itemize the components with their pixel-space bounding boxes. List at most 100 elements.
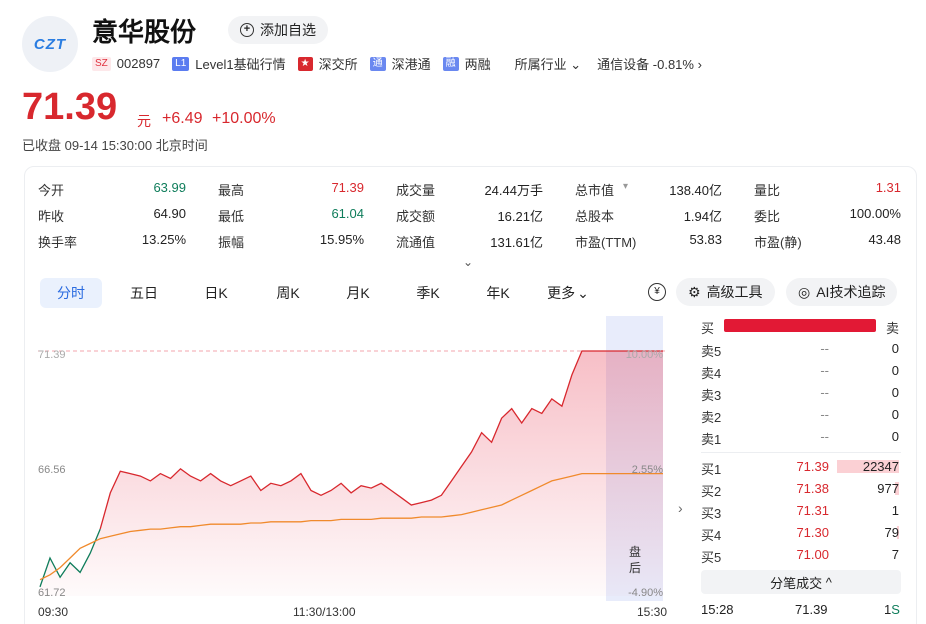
industry-link[interactable]: 通信设备 -0.81% › xyxy=(597,54,702,73)
collapse-arrow-icon[interactable]: › xyxy=(678,500,683,516)
ask-volume: 0 xyxy=(891,385,899,400)
stat-value: 61.04 xyxy=(331,206,364,221)
stat-value: 100.00% xyxy=(849,206,901,221)
stat-value: 1.94亿 xyxy=(683,209,722,224)
stat-label: 换手率 xyxy=(38,235,78,250)
chevron-right-icon: › xyxy=(697,57,702,72)
pct-label-bot: -4.90% xyxy=(628,587,663,599)
stat-value: 1.31 xyxy=(875,180,901,195)
stat-label: 今开 xyxy=(38,183,65,198)
connect-label: 深港通 xyxy=(391,57,431,72)
y-label-top: 71.39 xyxy=(38,349,66,361)
tab-item[interactable]: 年K xyxy=(470,278,526,308)
bid-label: 买4 xyxy=(701,528,722,543)
bid-volume: 79 xyxy=(884,525,899,540)
tab-item[interactable]: 更多 ⌄ xyxy=(540,278,596,308)
current-price: 71.39 xyxy=(22,86,118,128)
stat-label: 最低 xyxy=(218,209,245,224)
x-label-start: 09:30 xyxy=(38,605,69,619)
dropdown-triangle-icon[interactable]: ▾ xyxy=(623,181,628,192)
stat-label: 最高 xyxy=(218,183,245,198)
ask-price: -- xyxy=(820,363,829,378)
stat-label: 昨收 xyxy=(38,209,65,224)
sz-badge: SZ xyxy=(92,56,111,71)
bid-volume: 7 xyxy=(891,547,899,562)
ask-label: 卖5 xyxy=(701,344,722,359)
ask-volume: 0 xyxy=(891,363,899,378)
stat-label: 量比 xyxy=(754,183,781,198)
connect-badge: 通 xyxy=(369,56,386,71)
stat-value: 64.90 xyxy=(153,206,186,221)
chevron-up-icon: ^ xyxy=(825,574,832,590)
expand-chevron-icon[interactable]: ⌄ xyxy=(463,255,473,269)
tag-row: SZ 002897 L1 Level1基础行情 ★ 深交所 通 深港通 融 两融… xyxy=(92,54,702,73)
bid-label: 买2 xyxy=(701,484,722,499)
orderbook-divider xyxy=(701,452,901,453)
level1-label: Level1基础行情 xyxy=(195,57,286,72)
stock-name: 意华股份 xyxy=(92,17,197,47)
ask-volume: 0 xyxy=(891,341,899,356)
stat-value: 138.40亿 xyxy=(669,183,722,198)
stat-label: 总股本 xyxy=(575,209,615,224)
stock-logo: CZT xyxy=(22,16,78,72)
settings-icon[interactable]: ¥ xyxy=(648,283,666,301)
trade-price: 71.39 xyxy=(795,602,828,617)
bid-volume: 977 xyxy=(877,481,899,496)
stat-value: 15.95% xyxy=(319,232,364,247)
stock-code: 002897 xyxy=(116,56,161,71)
ask-volume: 0 xyxy=(891,407,899,422)
stat-value: 131.61亿 xyxy=(490,235,543,250)
bid-price: 71.00 xyxy=(796,547,829,562)
bid-volume: 1 xyxy=(891,503,899,518)
china-flag-icon: ★ xyxy=(297,56,313,71)
stat-label: 振幅 xyxy=(218,235,245,250)
intraday-chart: 71.39 66.56 61.72 10.00% 2.55% -4.90% 盘 … xyxy=(38,316,666,601)
market-status: 已收盘 09-14 15:30:00 北京时间 xyxy=(22,138,208,153)
stat-value: 71.39 xyxy=(331,180,364,195)
tab-item[interactable]: 分时 xyxy=(40,278,102,308)
chevron-down-icon: ⌄ xyxy=(570,57,582,72)
pct-label-top: 10.00% xyxy=(626,349,664,361)
y-label-bot: 61.72 xyxy=(38,587,66,599)
tab-item[interactable]: 五日 xyxy=(116,278,172,308)
tab-item[interactable]: 日K xyxy=(188,278,244,308)
buy-ratio-bar xyxy=(724,319,876,332)
stat-value: 13.25% xyxy=(141,232,186,247)
industry-dropdown[interactable]: 所属行业 ⌄ xyxy=(515,54,582,73)
trades-toggle-button[interactable]: 分笔成交 ^ xyxy=(701,570,901,594)
price-unit: 元 xyxy=(137,113,151,129)
bid-price: 71.38 xyxy=(796,481,829,496)
bid-label: 买5 xyxy=(701,550,722,565)
ask-price: -- xyxy=(820,407,829,422)
stat-value: 53.83 xyxy=(689,232,722,247)
x-label-mid: 11:30/13:00 xyxy=(293,605,356,619)
stat-value: 24.44万手 xyxy=(484,183,543,198)
trade-time: 15:28 xyxy=(701,602,734,617)
ask-price: -- xyxy=(820,429,829,444)
x-label-end: 15:30 xyxy=(637,605,668,619)
ask-label: 卖2 xyxy=(701,410,722,425)
stat-value: 43.48 xyxy=(868,232,901,247)
chevron-down-icon: ⌄ xyxy=(577,284,589,301)
margin-label: 两融 xyxy=(464,57,491,72)
ask-label: 卖1 xyxy=(701,432,722,447)
stat-label: 成交额 xyxy=(396,209,436,224)
price-change-pct: +10.00% xyxy=(212,110,276,127)
add-watchlist-button[interactable]: + 添加自选 xyxy=(228,16,328,44)
buy-ratio-label: 买 xyxy=(701,321,715,336)
tab-item[interactable]: 季K xyxy=(400,278,456,308)
stat-value: 63.99 xyxy=(153,180,186,195)
bid-label: 买3 xyxy=(701,506,722,521)
margin-badge: 融 xyxy=(442,56,459,71)
bid-price: 71.31 xyxy=(796,503,829,518)
ask-price: -- xyxy=(820,385,829,400)
ai-tracking-button[interactable]: ◎ AI技术追踪 xyxy=(786,278,898,306)
after-hours-char1: 盘 xyxy=(629,544,641,559)
ask-label: 卖3 xyxy=(701,388,722,403)
ask-volume: 0 xyxy=(891,429,899,444)
tab-item[interactable]: 月K xyxy=(330,278,386,308)
tab-item[interactable]: 周K xyxy=(260,278,316,308)
advanced-tools-button[interactable]: ⚙ 高级工具 xyxy=(676,278,775,306)
y-label-mid: 66.56 xyxy=(38,464,66,476)
ask-price: -- xyxy=(820,341,829,356)
